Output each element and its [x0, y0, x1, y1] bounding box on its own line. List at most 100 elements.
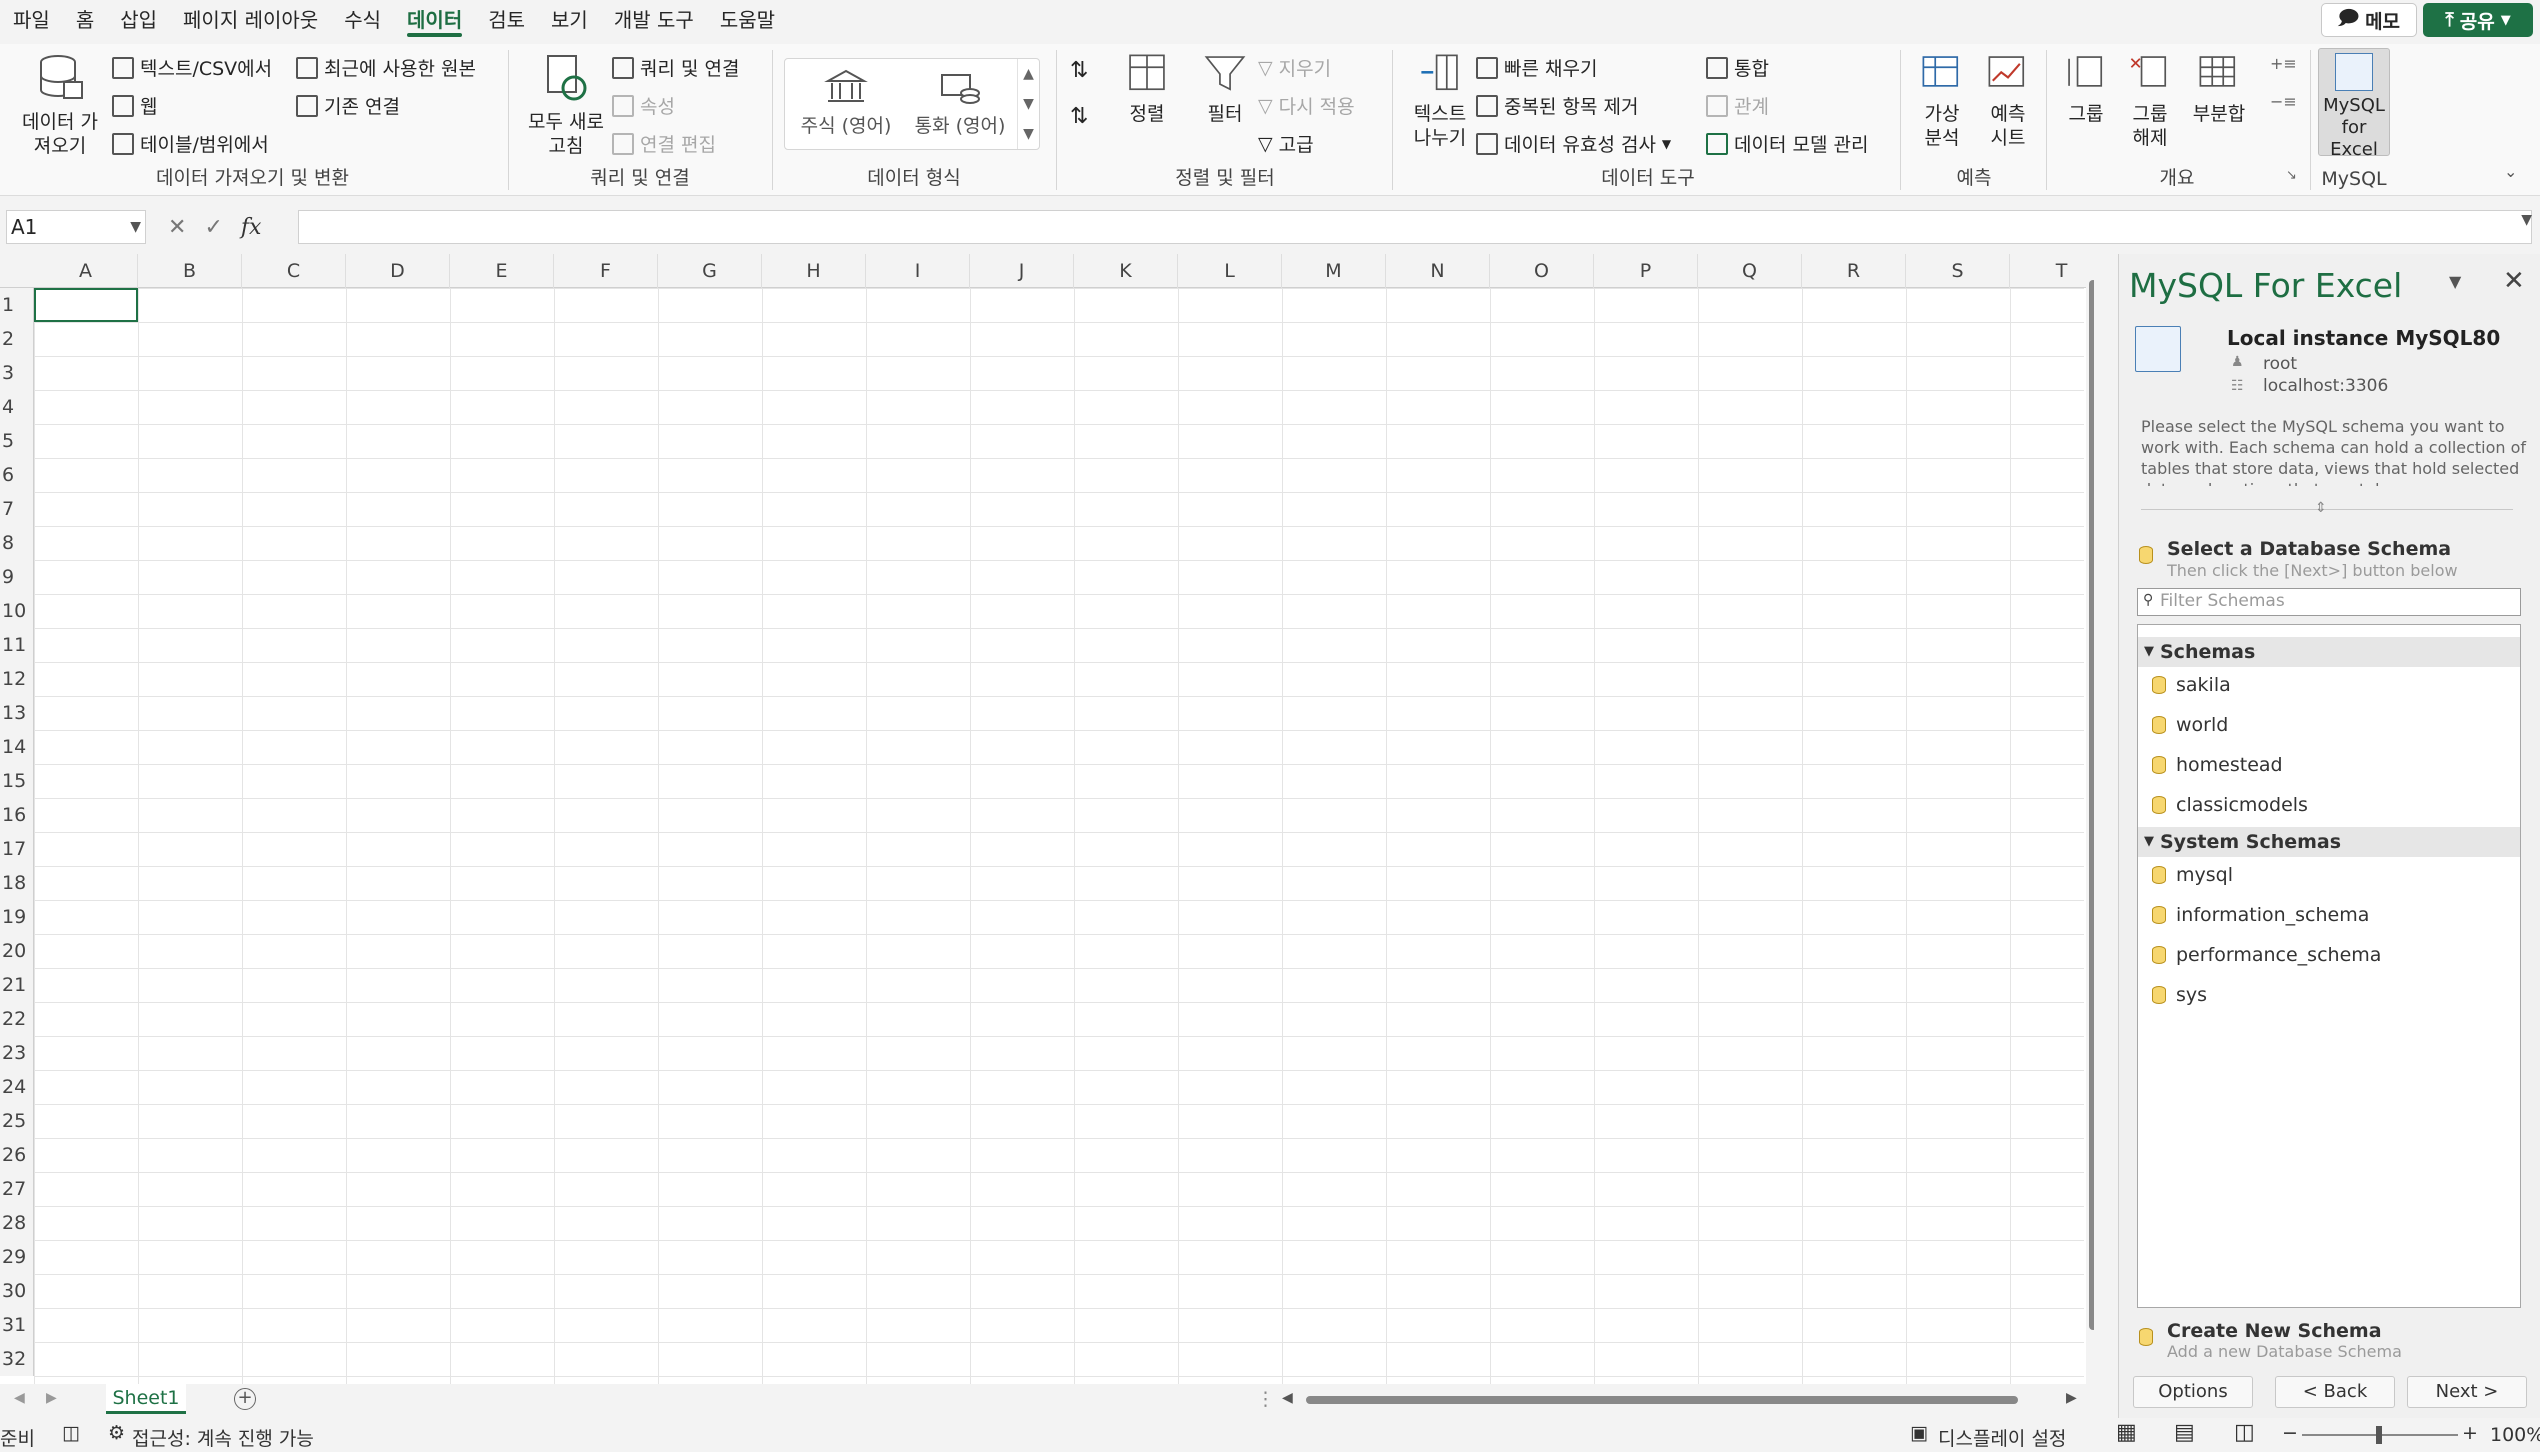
- accessibility-status[interactable]: 접근성: 계속 진행 가능: [132, 1424, 314, 1451]
- column-header[interactable]: E: [450, 254, 554, 288]
- column-header[interactable]: R: [1802, 254, 1906, 288]
- display-settings[interactable]: 디스플레이 설정: [1938, 1424, 2066, 1451]
- show-detail-button[interactable]: +≡: [2270, 54, 2297, 73]
- row-header[interactable]: 10: [0, 594, 34, 628]
- more-icon[interactable]: ▼: [1018, 119, 1039, 149]
- row-header[interactable]: 30: [0, 1274, 34, 1308]
- from-text-csv-button[interactable]: 텍스트/CSV에서: [112, 54, 272, 81]
- collapse-icon[interactable]: ▼: [2144, 637, 2154, 667]
- data-model-button[interactable]: 데이터 모델 관리: [1706, 130, 1868, 157]
- from-web-button[interactable]: 웹: [112, 92, 157, 119]
- column-header[interactable]: J: [970, 254, 1074, 288]
- system-schemas-header[interactable]: ▼ System Schemas: [2138, 827, 2520, 857]
- row-header[interactable]: 24: [0, 1070, 34, 1104]
- tab-file[interactable]: 파일: [0, 0, 63, 40]
- row-header[interactable]: 25: [0, 1104, 34, 1138]
- sort-button[interactable]: 정렬: [1112, 52, 1182, 126]
- clear-filter-button[interactable]: ▽ 지우기: [1258, 54, 1331, 81]
- tab-data[interactable]: 데이터: [394, 0, 475, 40]
- tab-home[interactable]: 홈: [63, 0, 107, 40]
- name-box[interactable]: A1 ▼: [6, 210, 146, 244]
- fx-icon[interactable]: fx: [241, 215, 262, 240]
- cancel-icon[interactable]: ✕: [168, 215, 186, 240]
- column-header[interactable]: A: [34, 254, 138, 288]
- row-header[interactable]: 27: [0, 1172, 34, 1206]
- column-header[interactable]: O: [1490, 254, 1594, 288]
- normal-view-icon[interactable]: ▦: [2116, 1420, 2137, 1445]
- hide-detail-button[interactable]: −≡: [2270, 92, 2297, 111]
- row-header[interactable]: 9: [0, 560, 34, 594]
- schema-item[interactable]: homestead: [2152, 751, 2283, 779]
- stocks-button[interactable]: 주식 (영어): [791, 67, 901, 138]
- chevron-down-icon[interactable]: ▼: [2449, 272, 2461, 291]
- flash-fill-button[interactable]: 빠른 채우기: [1476, 54, 1597, 81]
- macro-record-icon[interactable]: ◫: [62, 1422, 80, 1444]
- collapse-ribbon-button[interactable]: ⌄: [2504, 162, 2517, 181]
- sort-descending-button[interactable]: ⇅: [1070, 104, 1088, 129]
- get-data-button[interactable]: 데이터 가져오기: [14, 52, 106, 158]
- row-header[interactable]: 4: [0, 390, 34, 424]
- consolidate-button[interactable]: 통합: [1706, 54, 1769, 81]
- expand-formula-icon[interactable]: ▼: [2521, 212, 2532, 228]
- close-icon[interactable]: ✕: [2503, 266, 2525, 296]
- tab-view[interactable]: 보기: [538, 0, 601, 40]
- tab-formulas[interactable]: 수식: [331, 0, 394, 40]
- memo-button[interactable]: 🗩 메모: [2321, 3, 2417, 37]
- share-button[interactable]: ⤒ 공유 ▼: [2423, 3, 2533, 37]
- column-header[interactable]: N: [1386, 254, 1490, 288]
- row-header[interactable]: 32: [0, 1342, 34, 1376]
- page-break-view-icon[interactable]: ◫: [2234, 1420, 2255, 1445]
- column-header[interactable]: G: [658, 254, 762, 288]
- from-table-button[interactable]: 테이블/범위에서: [112, 130, 269, 157]
- group-button[interactable]: 그룹: [2054, 52, 2118, 126]
- page-layout-view-icon[interactable]: ▤: [2174, 1420, 2195, 1445]
- mysql-for-excel-button[interactable]: MySQL for Excel: [2318, 48, 2390, 160]
- row-header[interactable]: 22: [0, 1002, 34, 1036]
- scroll-left-icon[interactable]: ◀: [1282, 1390, 1293, 1406]
- scroll-thumb[interactable]: [2089, 280, 2094, 1330]
- remove-duplicates-button[interactable]: 중복된 항목 제거: [1476, 92, 1638, 119]
- row-header[interactable]: 19: [0, 900, 34, 934]
- next-button[interactable]: Next >: [2407, 1376, 2527, 1408]
- formula-input[interactable]: [298, 210, 2532, 244]
- column-header[interactable]: M: [1282, 254, 1386, 288]
- existing-connections-button[interactable]: 기존 연결: [296, 92, 400, 119]
- sheet-tab[interactable]: Sheet1: [106, 1384, 186, 1414]
- column-header[interactable]: C: [242, 254, 346, 288]
- schema-item[interactable]: world: [2152, 711, 2228, 739]
- row-header[interactable]: 6: [0, 458, 34, 492]
- row-header[interactable]: 15: [0, 764, 34, 798]
- cell-grid[interactable]: [34, 288, 2084, 1384]
- row-header[interactable]: 3: [0, 356, 34, 390]
- column-header[interactable]: F: [554, 254, 658, 288]
- accessibility-icon[interactable]: ⚙: [108, 1422, 125, 1444]
- column-header[interactable]: B: [138, 254, 242, 288]
- chevron-up-icon[interactable]: ▲: [1018, 59, 1039, 89]
- row-header[interactable]: 18: [0, 866, 34, 900]
- column-header[interactable]: I: [866, 254, 970, 288]
- gallery-scroll[interactable]: ▲ ▼ ▼: [1017, 59, 1039, 149]
- filter-schemas-input[interactable]: ⚲ Filter Schemas: [2137, 588, 2521, 616]
- row-header[interactable]: 7: [0, 492, 34, 526]
- horizontal-scrollbar[interactable]: [1302, 1394, 2022, 1406]
- subtotal-button[interactable]: 부분합: [2184, 52, 2254, 126]
- filter-button[interactable]: 필터: [1190, 52, 1260, 126]
- zoom-level[interactable]: 100%: [2490, 1424, 2540, 1446]
- properties-button[interactable]: 속성: [612, 92, 675, 119]
- row-header[interactable]: 29: [0, 1240, 34, 1274]
- row-header[interactable]: 16: [0, 798, 34, 832]
- add-sheet-icon[interactable]: +: [234, 1388, 256, 1410]
- row-header[interactable]: 2: [0, 322, 34, 356]
- options-button[interactable]: Options: [2133, 1376, 2253, 1408]
- column-header[interactable]: T: [2010, 254, 2094, 288]
- tab-developer[interactable]: 개발 도구: [601, 0, 707, 40]
- column-header[interactable]: P: [1594, 254, 1698, 288]
- create-schema-link[interactable]: Create New Schema: [2167, 1320, 2382, 1342]
- active-cell[interactable]: [34, 288, 138, 322]
- system-schema-item[interactable]: information_schema: [2152, 901, 2369, 929]
- forecast-sheet-button[interactable]: 예측 시트: [1976, 52, 2040, 150]
- system-schema-item[interactable]: performance_schema: [2152, 941, 2381, 969]
- currencies-button[interactable]: 통화 (영어): [905, 67, 1015, 138]
- split-handle-icon[interactable]: ⋮: [1256, 1388, 1275, 1410]
- what-if-button[interactable]: 가상 분석: [1910, 52, 1974, 150]
